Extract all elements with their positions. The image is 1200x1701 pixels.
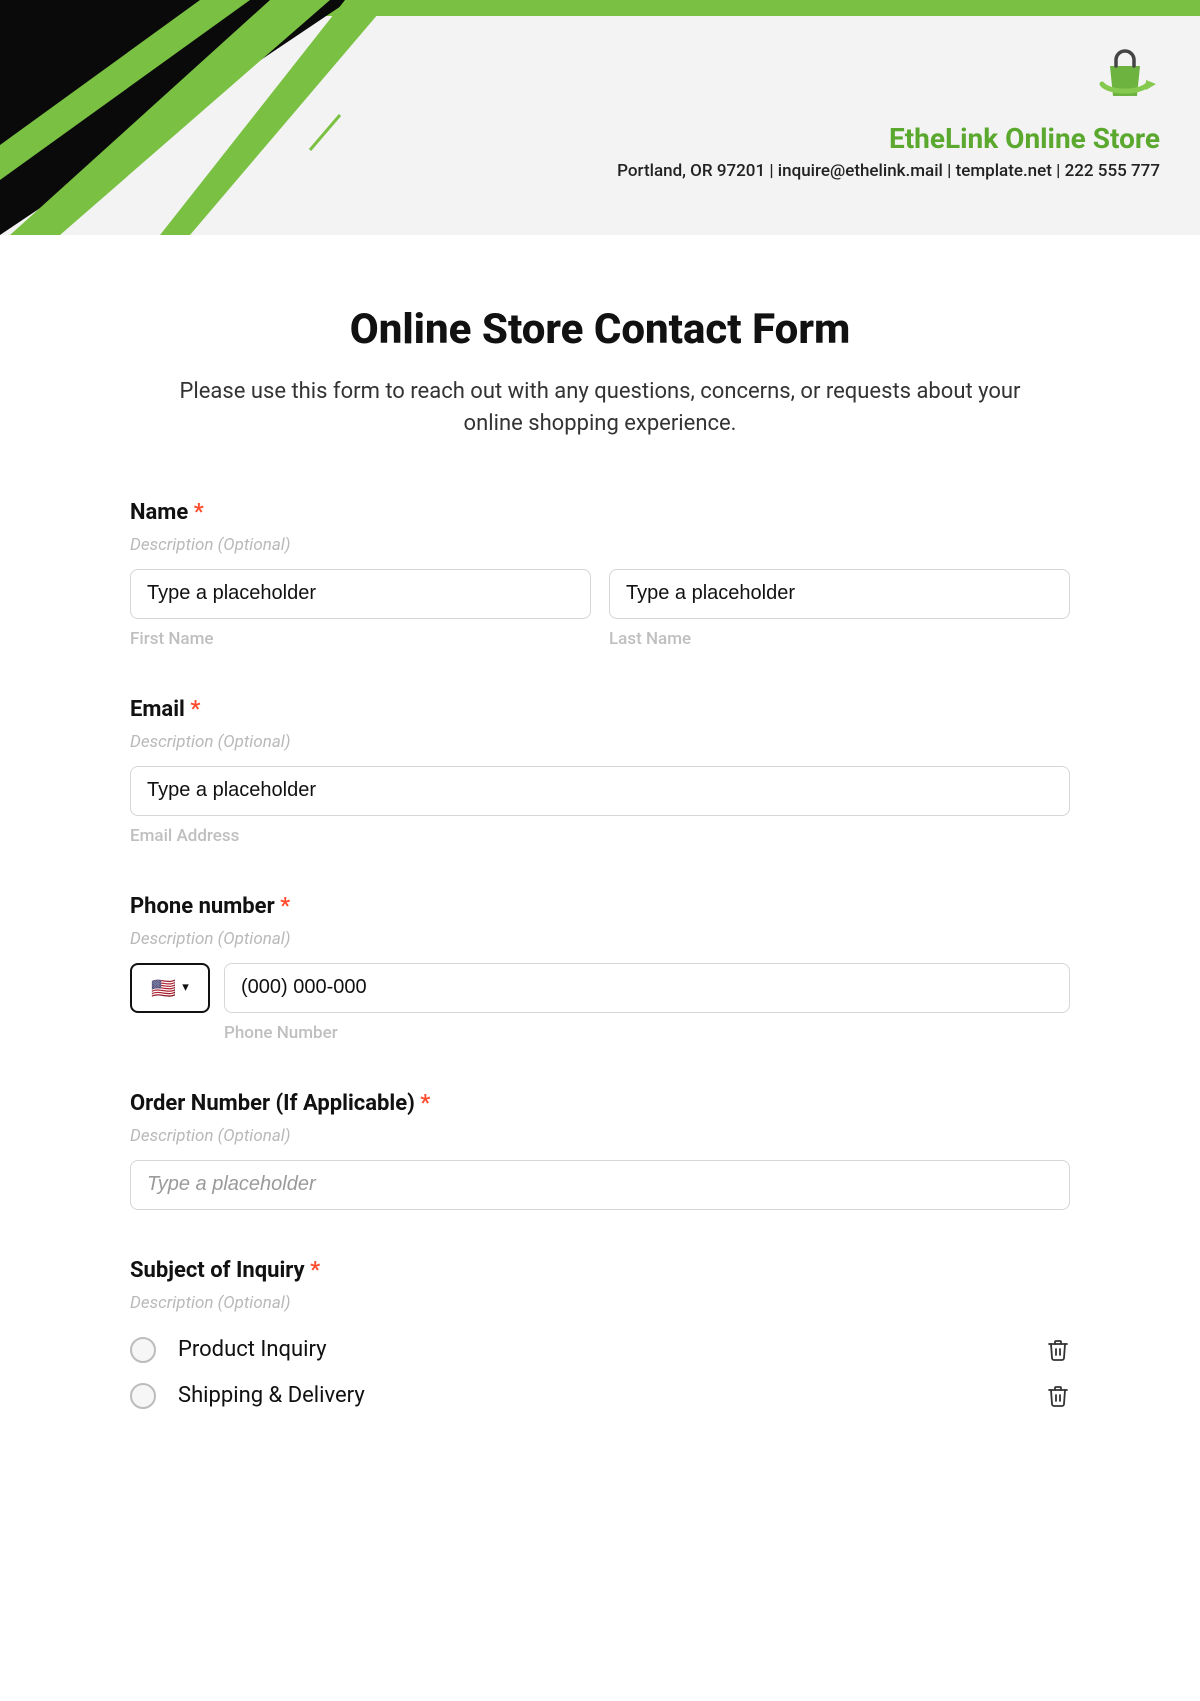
subject-label: Subject of Inquiry * [130, 1258, 1070, 1283]
required-mark: * [194, 500, 204, 525]
form-description: Please use this form to reach out with a… [160, 376, 1040, 440]
form-container: Online Store Contact Form Please use thi… [0, 235, 1200, 1507]
last-name-sublabel: Last Name [609, 629, 1070, 649]
phone-description-optional: Description (Optional) [130, 929, 1070, 949]
name-label: Name * [130, 500, 1070, 525]
header-graphic [0, 0, 440, 235]
chevron-down-icon: ▾ [182, 980, 189, 995]
subject-option: Shipping & Delivery [130, 1373, 1070, 1419]
field-order-number: Order Number (If Applicable) * Descripti… [130, 1091, 1070, 1210]
trash-icon[interactable] [1046, 1384, 1070, 1408]
email-label: Email * [130, 697, 1070, 722]
required-mark: * [420, 1091, 430, 1116]
field-subject: Subject of Inquiry * Description (Option… [130, 1258, 1070, 1419]
order-description-optional: Description (Optional) [130, 1126, 1070, 1146]
subject-options: Product Inquiry Shipping & Delivery [130, 1327, 1070, 1419]
brand-block: EtheLink Online Store Portland, OR 97201… [617, 40, 1160, 181]
us-flag-icon: 🇺🇸 [151, 978, 176, 998]
trash-icon[interactable] [1046, 1338, 1070, 1362]
name-description-optional: Description (Optional) [130, 535, 1070, 555]
email-label-text: Email [130, 697, 185, 722]
country-code-select[interactable]: 🇺🇸 ▾ [130, 963, 210, 1013]
subject-description-optional: Description (Optional) [130, 1293, 1070, 1313]
field-name: Name * Description (Optional) First Name… [130, 500, 1070, 649]
email-input[interactable] [130, 766, 1070, 816]
phone-sublabel: Phone Number [224, 1023, 1070, 1043]
last-name-input[interactable] [609, 569, 1070, 619]
required-mark: * [310, 1258, 320, 1283]
subject-label-text: Subject of Inquiry [130, 1258, 305, 1283]
phone-label: Phone number * [130, 894, 1070, 919]
shopping-bag-icon [1090, 40, 1160, 114]
required-mark: * [280, 894, 290, 919]
subject-option-label: Product Inquiry [178, 1337, 1046, 1362]
name-label-text: Name [130, 500, 188, 525]
brand-contact-line: Portland, OR 97201 | inquire@ethelink.ma… [617, 161, 1160, 181]
order-number-input[interactable] [130, 1160, 1070, 1210]
first-name-input[interactable] [130, 569, 591, 619]
form-title: Online Store Contact Form [130, 305, 1070, 354]
order-label-text: Order Number (If Applicable) [130, 1091, 415, 1116]
field-phone: Phone number * Description (Optional) 🇺🇸… [130, 894, 1070, 1043]
radio-button[interactable] [130, 1383, 156, 1409]
first-name-sublabel: First Name [130, 629, 591, 649]
subject-option: Product Inquiry [130, 1327, 1070, 1373]
phone-label-text: Phone number [130, 894, 275, 919]
email-sublabel: Email Address [130, 826, 1070, 846]
field-email: Email * Description (Optional) Email Add… [130, 697, 1070, 846]
required-mark: * [190, 697, 200, 722]
subject-option-label: Shipping & Delivery [178, 1383, 1046, 1408]
phone-input[interactable] [224, 963, 1070, 1013]
order-label: Order Number (If Applicable) * [130, 1091, 1070, 1116]
page-header: EtheLink Online Store Portland, OR 97201… [0, 0, 1200, 235]
email-description-optional: Description (Optional) [130, 732, 1070, 752]
radio-button[interactable] [130, 1337, 156, 1363]
brand-name: EtheLink Online Store [617, 122, 1160, 155]
